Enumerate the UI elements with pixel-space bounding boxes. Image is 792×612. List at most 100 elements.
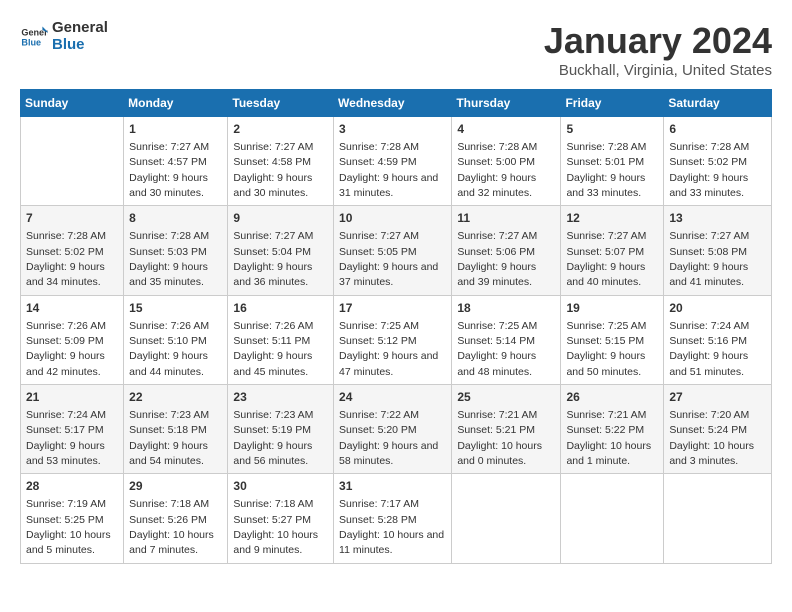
- day-number: 3: [339, 121, 446, 138]
- sunset-text: Sunset: 5:26 PM: [129, 514, 207, 526]
- sunset-text: Sunset: 4:58 PM: [233, 156, 311, 168]
- daylight-text: Daylight: 9 hours and 51 minutes.: [669, 350, 748, 377]
- day-number: 19: [566, 300, 658, 317]
- daylight-text: Daylight: 9 hours and 41 minutes.: [669, 261, 748, 288]
- daylight-text: Daylight: 9 hours and 44 minutes.: [129, 350, 208, 377]
- day-number: 11: [457, 210, 555, 227]
- daylight-text: Daylight: 10 hours and 1 minute.: [566, 440, 651, 467]
- day-number: 12: [566, 210, 658, 227]
- daylight-text: Daylight: 9 hours and 31 minutes.: [339, 172, 438, 199]
- day-number: 18: [457, 300, 555, 317]
- sunrise-text: Sunrise: 7:26 AM: [233, 320, 313, 332]
- logo-line1: General: [52, 20, 108, 37]
- sunrise-text: Sunrise: 7:21 AM: [457, 409, 537, 421]
- sunrise-text: Sunrise: 7:24 AM: [26, 409, 106, 421]
- sunset-text: Sunset: 4:59 PM: [339, 156, 417, 168]
- calendar-cell: 21 Sunrise: 7:24 AM Sunset: 5:17 PM Dayl…: [21, 385, 124, 474]
- sunrise-text: Sunrise: 7:26 AM: [129, 320, 209, 332]
- calendar-cell: 4 Sunrise: 7:28 AM Sunset: 5:00 PM Dayli…: [452, 117, 561, 206]
- sunset-text: Sunset: 5:27 PM: [233, 514, 311, 526]
- sunrise-text: Sunrise: 7:27 AM: [339, 230, 419, 242]
- calendar-cell: 2 Sunrise: 7:27 AM Sunset: 4:58 PM Dayli…: [228, 117, 334, 206]
- day-number: 22: [129, 389, 222, 406]
- calendar-week-row: 7 Sunrise: 7:28 AM Sunset: 5:02 PM Dayli…: [21, 206, 772, 295]
- calendar-week-row: 1 Sunrise: 7:27 AM Sunset: 4:57 PM Dayli…: [21, 117, 772, 206]
- day-number: 9: [233, 210, 328, 227]
- sunset-text: Sunset: 5:16 PM: [669, 335, 747, 347]
- weekday-header: Friday: [561, 90, 664, 117]
- daylight-text: Daylight: 9 hours and 50 minutes.: [566, 350, 645, 377]
- day-number: 7: [26, 210, 118, 227]
- logo-icon: General Blue: [20, 23, 48, 51]
- sunrise-text: Sunrise: 7:22 AM: [339, 409, 419, 421]
- sunset-text: Sunset: 5:01 PM: [566, 156, 644, 168]
- sunset-text: Sunset: 5:20 PM: [339, 424, 417, 436]
- daylight-text: Daylight: 9 hours and 54 minutes.: [129, 440, 208, 467]
- sunset-text: Sunset: 5:25 PM: [26, 514, 104, 526]
- sunrise-text: Sunrise: 7:21 AM: [566, 409, 646, 421]
- day-number: 26: [566, 389, 658, 406]
- sunset-text: Sunset: 5:05 PM: [339, 246, 417, 258]
- daylight-text: Daylight: 10 hours and 5 minutes.: [26, 529, 111, 556]
- calendar-cell: [21, 117, 124, 206]
- calendar-cell: 29 Sunrise: 7:18 AM Sunset: 5:26 PM Dayl…: [124, 474, 228, 563]
- calendar-cell: 28 Sunrise: 7:19 AM Sunset: 5:25 PM Dayl…: [21, 474, 124, 563]
- daylight-text: Daylight: 9 hours and 32 minutes.: [457, 172, 536, 199]
- weekday-header: Tuesday: [228, 90, 334, 117]
- calendar-cell: 16 Sunrise: 7:26 AM Sunset: 5:11 PM Dayl…: [228, 295, 334, 384]
- sunset-text: Sunset: 5:12 PM: [339, 335, 417, 347]
- weekday-row: SundayMondayTuesdayWednesdayThursdayFrid…: [21, 90, 772, 117]
- title-area: January 2024 Buckhall, Virginia, United …: [544, 20, 772, 79]
- calendar-cell: 12 Sunrise: 7:27 AM Sunset: 5:07 PM Dayl…: [561, 206, 664, 295]
- calendar-cell: 15 Sunrise: 7:26 AM Sunset: 5:10 PM Dayl…: [124, 295, 228, 384]
- calendar-cell: 10 Sunrise: 7:27 AM Sunset: 5:05 PM Dayl…: [334, 206, 452, 295]
- calendar-cell: 31 Sunrise: 7:17 AM Sunset: 5:28 PM Dayl…: [334, 474, 452, 563]
- day-number: 17: [339, 300, 446, 317]
- daylight-text: Daylight: 9 hours and 35 minutes.: [129, 261, 208, 288]
- sunset-text: Sunset: 5:09 PM: [26, 335, 104, 347]
- sunrise-text: Sunrise: 7:27 AM: [669, 230, 749, 242]
- daylight-text: Daylight: 9 hours and 33 minutes.: [669, 172, 748, 199]
- daylight-text: Daylight: 10 hours and 0 minutes.: [457, 440, 542, 467]
- day-number: 6: [669, 121, 766, 138]
- sunrise-text: Sunrise: 7:18 AM: [129, 498, 209, 510]
- sunrise-text: Sunrise: 7:27 AM: [233, 141, 313, 153]
- calendar-header: SundayMondayTuesdayWednesdayThursdayFrid…: [21, 90, 772, 117]
- calendar-table: SundayMondayTuesdayWednesdayThursdayFrid…: [20, 89, 772, 564]
- day-number: 28: [26, 478, 118, 495]
- day-number: 25: [457, 389, 555, 406]
- daylight-text: Daylight: 9 hours and 53 minutes.: [26, 440, 105, 467]
- day-number: 15: [129, 300, 222, 317]
- calendar-cell: 27 Sunrise: 7:20 AM Sunset: 5:24 PM Dayl…: [664, 385, 772, 474]
- day-number: 13: [669, 210, 766, 227]
- daylight-text: Daylight: 9 hours and 39 minutes.: [457, 261, 536, 288]
- header: General Blue General Blue January 2024 B…: [20, 20, 772, 79]
- sunrise-text: Sunrise: 7:28 AM: [26, 230, 106, 242]
- day-number: 5: [566, 121, 658, 138]
- sunrise-text: Sunrise: 7:28 AM: [566, 141, 646, 153]
- sunrise-text: Sunrise: 7:27 AM: [129, 141, 209, 153]
- daylight-text: Daylight: 9 hours and 42 minutes.: [26, 350, 105, 377]
- daylight-text: Daylight: 9 hours and 37 minutes.: [339, 261, 438, 288]
- calendar-cell: 18 Sunrise: 7:25 AM Sunset: 5:14 PM Dayl…: [452, 295, 561, 384]
- calendar-cell: 22 Sunrise: 7:23 AM Sunset: 5:18 PM Dayl…: [124, 385, 228, 474]
- day-number: 8: [129, 210, 222, 227]
- sunrise-text: Sunrise: 7:18 AM: [233, 498, 313, 510]
- sunrise-text: Sunrise: 7:19 AM: [26, 498, 106, 510]
- day-number: 30: [233, 478, 328, 495]
- sunrise-text: Sunrise: 7:23 AM: [233, 409, 313, 421]
- sunset-text: Sunset: 5:10 PM: [129, 335, 207, 347]
- day-number: 2: [233, 121, 328, 138]
- calendar-cell: 26 Sunrise: 7:21 AM Sunset: 5:22 PM Dayl…: [561, 385, 664, 474]
- day-number: 14: [26, 300, 118, 317]
- day-number: 29: [129, 478, 222, 495]
- sunrise-text: Sunrise: 7:27 AM: [457, 230, 537, 242]
- calendar-cell: 23 Sunrise: 7:23 AM Sunset: 5:19 PM Dayl…: [228, 385, 334, 474]
- calendar-cell: 9 Sunrise: 7:27 AM Sunset: 5:04 PM Dayli…: [228, 206, 334, 295]
- sunrise-text: Sunrise: 7:28 AM: [129, 230, 209, 242]
- sunrise-text: Sunrise: 7:28 AM: [339, 141, 419, 153]
- sunset-text: Sunset: 5:21 PM: [457, 424, 535, 436]
- calendar-cell: 13 Sunrise: 7:27 AM Sunset: 5:08 PM Dayl…: [664, 206, 772, 295]
- calendar-cell: [664, 474, 772, 563]
- day-number: 1: [129, 121, 222, 138]
